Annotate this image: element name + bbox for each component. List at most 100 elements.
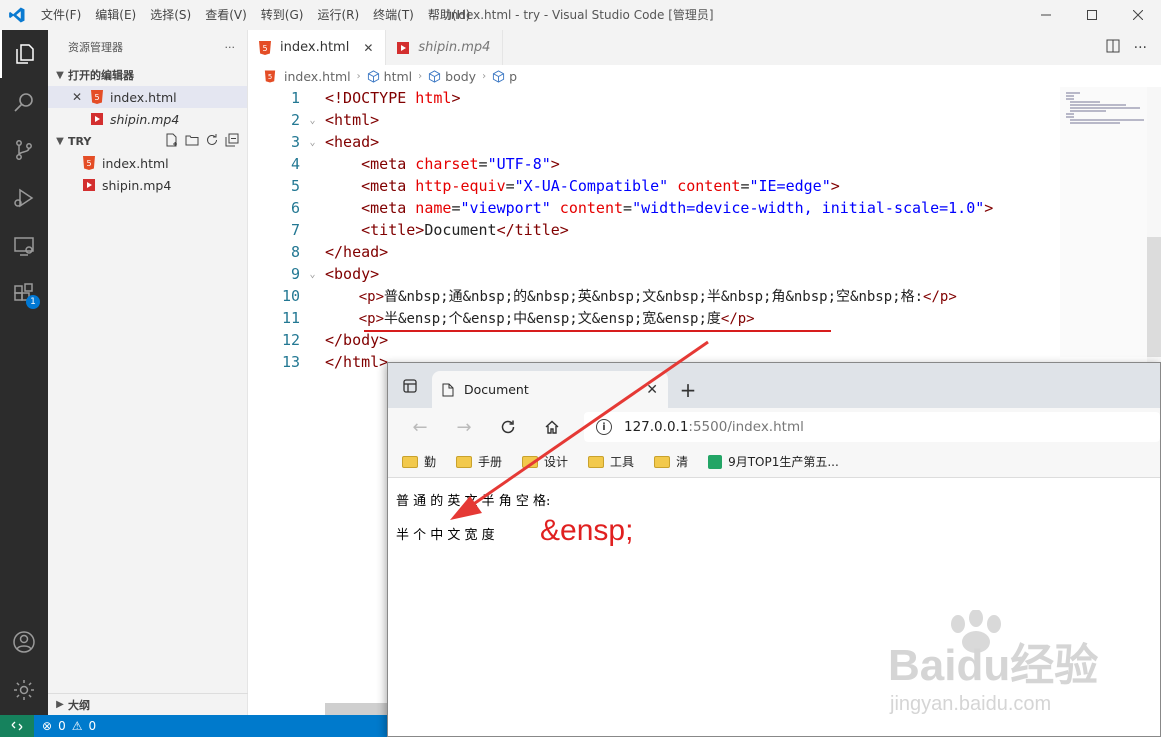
svg-text:5: 5: [86, 159, 91, 168]
element-cube-icon: [367, 69, 380, 83]
outline-label: 大纲: [68, 698, 90, 712]
menu-file[interactable]: 文件(F): [34, 0, 88, 30]
html5-file-icon: 5: [90, 90, 104, 104]
close-tab-icon[interactable]: ✕: [363, 41, 373, 55]
spreadsheet-icon: [708, 454, 723, 469]
code-line: 13 </html>: [281, 353, 389, 371]
refresh-icon[interactable]: [486, 419, 530, 435]
bookmark-folder[interactable]: 清: [654, 453, 688, 470]
site-info-icon[interactable]: i: [596, 419, 612, 435]
bookmark-folder[interactable]: 勤: [402, 453, 436, 470]
code-line: 1 <!DOCTYPE html>: [290, 89, 461, 107]
more-actions-icon[interactable]: ···: [1134, 40, 1147, 56]
browser-tab-document[interactable]: Document ✕: [432, 371, 668, 408]
bookmark-link[interactable]: 9月TOP1生产第五...: [708, 453, 839, 470]
search-icon[interactable]: [0, 78, 48, 126]
video-file-icon: [82, 178, 96, 192]
new-tab-button[interactable]: +: [668, 371, 708, 408]
folder-icon: [654, 455, 671, 468]
outline-section[interactable]: ▶ 大纲: [48, 693, 248, 715]
folder-section-try[interactable]: ▼ TRY: [48, 130, 247, 152]
title-bar: 文件(F) 编辑(E) 选择(S) 查看(V) 转到(G) 运行(R) 终端(T…: [0, 0, 1161, 30]
ensp-annotation: &ensp;: [540, 514, 634, 547]
chevron-down-icon: ⌄: [309, 136, 316, 148]
settings-gear-icon[interactable]: [0, 666, 48, 714]
remote-indicator-icon[interactable]: [0, 715, 34, 737]
svg-text:5: 5: [262, 44, 267, 53]
menu-bar: 文件(F) 编辑(E) 选择(S) 查看(V) 转到(G) 运行(R) 终端(T…: [34, 0, 477, 30]
bookmark-folder[interactable]: 手册: [456, 453, 502, 470]
bookmark-folder[interactable]: 设计: [522, 453, 568, 470]
run-debug-icon[interactable]: [0, 174, 48, 222]
html5-file-icon: 5: [258, 40, 272, 55]
url-host: 127.0.0.1: [624, 419, 689, 435]
close-tab-icon[interactable]: ✕: [646, 382, 658, 398]
tab-index-html[interactable]: 5 index.html ✕: [248, 30, 387, 65]
file-index-html[interactable]: 5 index.html: [48, 152, 247, 174]
tab-shipin-mp4[interactable]: shipin.mp4: [386, 30, 504, 65]
breadcrumb-file[interactable]: index.html: [284, 69, 351, 84]
code-line: 10 <p>普&nbsp;通&nbsp;的&nbsp;英&nbsp;文&nbsp…: [281, 287, 957, 305]
file-shipin-mp4[interactable]: shipin.mp4: [48, 174, 247, 196]
paragraph-nbsp: 普 通 的 英 文 半 角 空 格:: [396, 494, 551, 509]
url-path: :5500/index.html: [688, 419, 804, 435]
remote-explorer-icon[interactable]: [0, 222, 48, 270]
tab-actions-icon[interactable]: [388, 363, 432, 408]
new-folder-icon[interactable]: [185, 133, 199, 150]
breadcrumb: 5 index.html › html › body › p: [248, 65, 1161, 87]
refresh-icon[interactable]: [205, 133, 219, 150]
folder-icon: [588, 455, 605, 468]
new-file-icon[interactable]: [165, 133, 179, 150]
bookmark-folder[interactable]: 工具: [588, 453, 634, 470]
source-control-icon[interactable]: [0, 126, 48, 174]
more-actions-icon[interactable]: ···: [225, 41, 236, 54]
video-file-icon: [396, 41, 410, 55]
html5-file-icon: 5: [264, 70, 276, 83]
close-icon[interactable]: ✕: [72, 90, 90, 104]
breadcrumb-body[interactable]: body: [445, 69, 476, 84]
warning-count: 0: [88, 719, 97, 733]
home-icon[interactable]: [530, 419, 574, 435]
collapse-all-icon[interactable]: [225, 133, 239, 150]
scroll-thumb[interactable]: [1147, 237, 1161, 357]
problems-indicator[interactable]: ⊗ 0 ⚠ 0: [34, 719, 96, 733]
menu-view[interactable]: 查看(V): [198, 0, 254, 30]
close-window-button[interactable]: [1115, 0, 1161, 30]
breadcrumb-p[interactable]: p: [509, 69, 517, 84]
code-line: 12 </body>: [281, 331, 389, 349]
horizontal-scroll-thumb[interactable]: [325, 703, 395, 715]
open-editors-section[interactable]: ▼ 打开的编辑器: [48, 64, 247, 86]
forward-arrow-icon[interactable]: →: [442, 417, 486, 438]
minimize-button[interactable]: [1023, 0, 1069, 30]
chevron-right-icon: ›: [482, 70, 487, 82]
extensions-icon[interactable]: 1: [0, 270, 48, 318]
element-cube-icon: [428, 69, 441, 83]
menu-edit[interactable]: 编辑(E): [88, 0, 143, 30]
explorer-icon[interactable]: [0, 30, 48, 78]
menu-terminal[interactable]: 终端(T): [366, 0, 421, 30]
minimap[interactable]: [1060, 87, 1147, 357]
vscode-logo-icon: [0, 0, 34, 30]
editor-tabs: 5 index.html ✕ shipin.mp4 ···: [248, 30, 1161, 65]
menu-run[interactable]: 运行(R): [310, 0, 366, 30]
menu-go[interactable]: 转到(G): [254, 0, 311, 30]
browser-page-content: 普 通 的 英 文 半 角 空 格: 半 个 中 文 宽 度 &ensp;: [388, 478, 1160, 736]
error-icon: ⊗: [42, 719, 53, 733]
browser-tab-title: Document: [464, 382, 529, 397]
open-editor-shipin-mp4[interactable]: shipin.mp4: [48, 108, 247, 130]
address-bar[interactable]: i 127.0.0.1:5500/index.html: [584, 412, 1160, 442]
maximize-button[interactable]: [1069, 0, 1115, 30]
code-line: 3 ⌄ <head>: [290, 133, 380, 151]
back-arrow-icon[interactable]: ←: [398, 417, 442, 438]
chevron-right-icon: ›: [356, 70, 361, 82]
svg-text:5: 5: [268, 73, 272, 81]
menu-selection[interactable]: 选择(S): [143, 0, 198, 30]
account-icon[interactable]: [0, 618, 48, 666]
open-editor-index-html[interactable]: ✕ 5 index.html: [48, 86, 247, 108]
activity-bar: 1: [0, 30, 48, 715]
split-editor-icon[interactable]: [1106, 39, 1120, 57]
sidebar-title: 资源管理器: [68, 41, 123, 54]
chevron-right-icon: ›: [418, 70, 423, 82]
breadcrumb-html[interactable]: html: [384, 69, 412, 84]
menu-help[interactable]: 帮助(H): [421, 0, 477, 30]
